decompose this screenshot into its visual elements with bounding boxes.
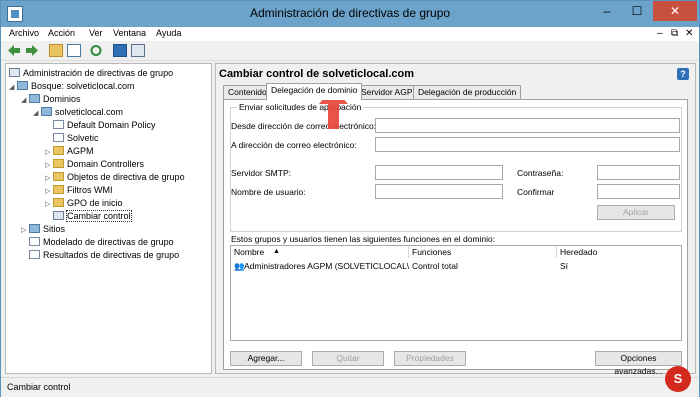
menu-accion[interactable]: Acción: [48, 28, 75, 38]
up-folder-icon[interactable]: [49, 44, 63, 57]
tree-solvetic[interactable]: Solvetic: [53, 132, 99, 144]
show-tree-icon[interactable]: [67, 44, 81, 57]
sites-icon: [29, 224, 40, 233]
tab-delegacion-produccion[interactable]: Delegación de producción: [413, 85, 522, 99]
tree-domains[interactable]: ◢ Dominios: [21, 93, 81, 105]
mdi-close-button[interactable]: ✕: [685, 28, 693, 39]
folder-icon: [53, 198, 64, 207]
forward-arrow-icon[interactable]: [25, 44, 39, 57]
modeling-icon: [29, 237, 40, 246]
back-arrow-icon[interactable]: [7, 44, 21, 57]
column-header-nombre[interactable]: Nombre ▲: [231, 246, 409, 258]
tree-domain[interactable]: ◢ solveticlocal.com: [33, 106, 123, 118]
password-label: Contraseña:: [517, 168, 564, 178]
column-header-funciones[interactable]: Funciones: [409, 246, 557, 258]
roles-label: Estos grupos y usuarios tienen las sigui…: [231, 234, 496, 244]
username-input[interactable]: [375, 184, 503, 199]
gpmc-icon: [9, 68, 20, 77]
tree-sites[interactable]: ▷ Sitios: [21, 223, 65, 235]
tree-wmi-filters[interactable]: ▷ Filtros WMI: [45, 184, 113, 196]
tab-panel: Enviar solicitudes de aprobación Desde d…: [223, 99, 688, 376]
help-book-icon[interactable]: [113, 44, 127, 57]
domains-icon: [29, 94, 40, 103]
mdi-restore-button[interactable]: ⧉: [671, 28, 678, 39]
tree-change-control[interactable]: Cambiar control: [53, 210, 132, 222]
tab-delegacion-dominio[interactable]: Delegación de dominio: [266, 83, 363, 100]
ou-folder-icon: [53, 146, 64, 155]
tree-default-domain-policy[interactable]: Default Domain Policy: [53, 119, 156, 131]
tab-contenido[interactable]: Contenido: [223, 85, 272, 99]
tree-forest[interactable]: ◢ Bosque: solveticlocal.com: [9, 80, 135, 92]
toolbar: [1, 42, 699, 61]
refresh-icon[interactable]: [89, 44, 103, 57]
user-group-icon: 👥: [234, 261, 245, 271]
menu-ayuda[interactable]: Ayuda: [156, 28, 181, 38]
main-window: Administración de directivas de grupo – …: [0, 0, 700, 397]
approval-group: Enviar solicitudes de aprobación Desde d…: [230, 102, 682, 232]
properties-button[interactable]: Propiedades: [394, 351, 466, 366]
gpo-link-icon: [53, 120, 64, 129]
to-email-label: A dirección de correo electrónico:: [231, 140, 357, 150]
gpo-link-icon: [53, 133, 64, 142]
console-tree: Administración de directivas de grupo ◢ B…: [5, 63, 212, 374]
mdi-minimize-button[interactable]: –: [657, 28, 663, 39]
add-button[interactable]: Agregar...: [230, 351, 302, 366]
help-icon[interactable]: ?: [677, 68, 689, 80]
table-row[interactable]: 👥Administradores AGPM (SOLVETICLOCAL\...: [231, 260, 409, 272]
collapsed-arrow-icon[interactable]: ▷: [21, 225, 29, 237]
to-email-input[interactable]: [375, 137, 680, 152]
tree-modeling[interactable]: Modelado de directivas de grupo: [29, 236, 174, 248]
status-text: Cambiar control: [7, 382, 71, 392]
username-label: Nombre de usuario:: [231, 187, 306, 197]
tree-gpo-objects[interactable]: ▷ Objetos de directiva de grupo: [45, 171, 185, 183]
advanced-options-button[interactable]: Opciones avanzadas...: [595, 351, 682, 376]
roles-list[interactable]: Nombre ▲ Funciones Heredado 👥Administrado…: [230, 245, 682, 341]
details-pane: Cambiar control de solveticlocal.com ? C…: [215, 63, 696, 376]
close-button[interactable]: ✕: [653, 1, 697, 21]
smtp-server-label: Servidor SMTP:: [231, 168, 291, 178]
confirm-input[interactable]: [597, 184, 680, 199]
maximize-button[interactable]: ☐: [623, 1, 651, 21]
menu-ver[interactable]: Ver: [89, 28, 103, 38]
row-inherited: Sí: [560, 261, 569, 271]
expand-arrow-icon[interactable]: ◢: [33, 108, 41, 120]
menu-archivo[interactable]: Archivo: [9, 28, 39, 38]
change-control-icon: [53, 211, 64, 220]
expand-arrow-icon[interactable]: ◢: [21, 95, 29, 107]
smtp-server-input[interactable]: [375, 165, 503, 180]
row-roles: Control total: [412, 261, 458, 271]
forest-icon: [17, 81, 28, 90]
minimize-button[interactable]: –: [593, 1, 621, 21]
tree-root[interactable]: Administración de directivas de grupo: [9, 67, 173, 79]
collapsed-arrow-icon[interactable]: ▷: [45, 199, 53, 211]
solvetic-logo: S: [665, 366, 691, 392]
status-bar: Cambiar control S: [1, 366, 699, 397]
results-icon: [29, 250, 40, 259]
confirm-label: Confirmar: [517, 187, 555, 197]
domain-icon: [41, 107, 52, 116]
folder-icon: [53, 185, 64, 194]
menu-ventana[interactable]: Ventana: [113, 28, 146, 38]
folder-icon: [53, 172, 64, 181]
column-header-heredado[interactable]: Heredado: [557, 246, 681, 258]
from-email-input[interactable]: [375, 118, 680, 133]
from-email-label: Desde dirección de correo electrónico:: [231, 121, 377, 131]
properties-icon[interactable]: [131, 44, 145, 57]
tree-starter-gpo[interactable]: ▷ GPO de inicio: [45, 197, 123, 209]
ou-folder-icon: [53, 159, 64, 168]
apply-button[interactable]: Aplicar: [597, 205, 675, 220]
tree-agpm[interactable]: ▷ AGPM: [45, 145, 94, 157]
tree-results[interactable]: Resultados de directivas de grupo: [29, 249, 179, 261]
title-bar[interactable]: Administración de directivas de grupo – …: [1, 1, 699, 27]
password-input[interactable]: [597, 165, 680, 180]
sort-ascending-icon: ▲: [273, 248, 280, 255]
tree-domain-controllers[interactable]: ▷ Domain Controllers: [45, 158, 144, 170]
expand-arrow-icon[interactable]: ◢: [9, 82, 17, 94]
remove-button[interactable]: Quitar: [312, 351, 384, 366]
menu-bar: Archivo Acción Ver Ventana Ayuda – ⧉ ✕: [1, 27, 699, 41]
pane-title: Cambiar control de solveticlocal.com: [219, 68, 415, 80]
